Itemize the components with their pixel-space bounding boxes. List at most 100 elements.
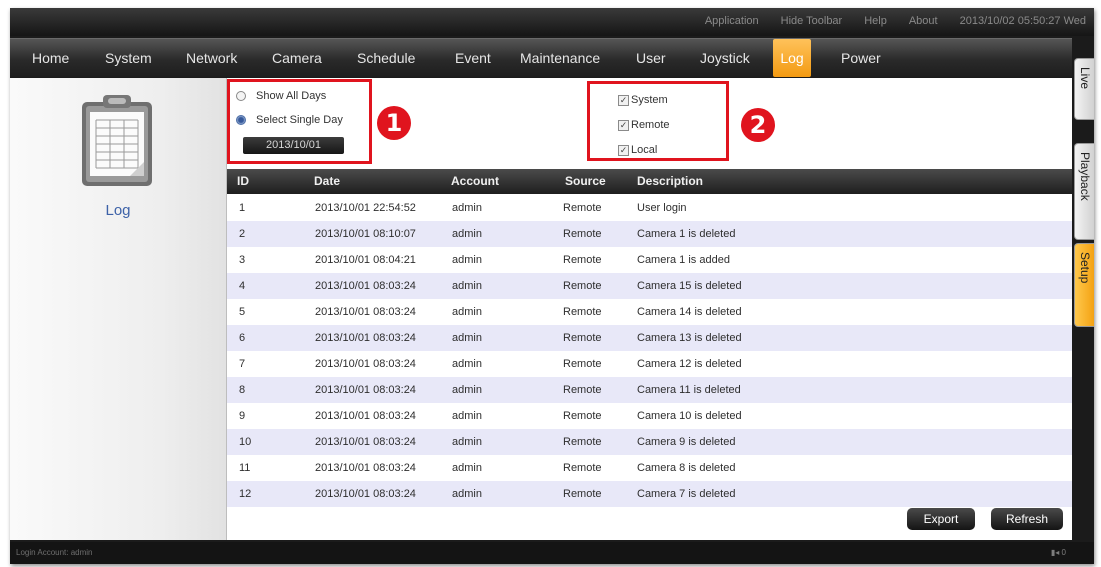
column-account[interactable]: Account xyxy=(451,169,499,194)
table-row[interactable]: 12 2013/10/01 08:03:24 admin Remote Came… xyxy=(227,481,1072,507)
nav-maintenance[interactable]: Maintenance xyxy=(520,39,600,77)
table-row[interactable]: 6 2013/10/01 08:03:24 admin Remote Camer… xyxy=(227,325,1072,351)
main-nav: Home System Network Camera Schedule Even… xyxy=(10,38,1072,77)
show-all-days-label: Show All Days xyxy=(256,90,327,102)
tab-setup[interactable]: Setup xyxy=(1074,243,1094,327)
row-id: 9 xyxy=(239,410,246,422)
nav-log[interactable]: Log xyxy=(773,39,811,77)
row-source: Remote xyxy=(563,280,602,292)
row-account: admin xyxy=(452,332,482,344)
row-date: 2013/10/01 08:03:24 xyxy=(315,488,416,500)
row-source: Remote xyxy=(563,488,602,500)
row-source: Remote xyxy=(563,202,602,214)
row-date: 2013/10/01 08:03:24 xyxy=(315,358,416,370)
nav-schedule[interactable]: Schedule xyxy=(357,39,415,77)
column-date[interactable]: Date xyxy=(314,169,340,194)
help-link[interactable]: Help xyxy=(864,15,887,27)
day-filter-box: Show All Days Select Single Day 2013/10/… xyxy=(227,79,372,164)
application-link[interactable]: Application xyxy=(705,15,759,27)
status-indicator: 0 xyxy=(1061,548,1066,557)
row-id: 2 xyxy=(239,228,246,240)
side-tabs: Live Playback Setup xyxy=(1072,38,1094,553)
row-account: admin xyxy=(452,280,482,292)
table-row[interactable]: 10 2013/10/01 08:03:24 admin Remote Came… xyxy=(227,429,1072,455)
login-account-status: Login Account: admin xyxy=(16,548,93,557)
system-label: System xyxy=(631,94,668,106)
tab-live-label: Live xyxy=(1078,67,1092,90)
export-button[interactable]: Export xyxy=(907,508,975,530)
remote-checkbox-option[interactable]: ✓ Remote xyxy=(618,119,670,131)
app-window: Application Hide Toolbar Help About 2013… xyxy=(10,8,1094,564)
column-id[interactable]: ID xyxy=(237,169,249,194)
row-description: Camera 12 is deleted xyxy=(637,358,742,370)
local-checkbox-option[interactable]: ✓ Local xyxy=(618,144,657,156)
show-all-days-radio[interactable] xyxy=(236,91,246,101)
row-date: 2013/10/01 08:03:24 xyxy=(315,384,416,396)
row-source: Remote xyxy=(563,410,602,422)
hide-toolbar-link[interactable]: Hide Toolbar xyxy=(781,15,843,27)
callout-badge-1: 1 xyxy=(377,106,411,140)
top-links: Application Hide Toolbar Help About 2013… xyxy=(705,15,1086,27)
tab-playback[interactable]: Playback xyxy=(1074,143,1094,240)
nav-event[interactable]: Event xyxy=(455,39,491,77)
nav-joystick[interactable]: Joystick xyxy=(700,39,750,77)
top-toolbar: Application Hide Toolbar Help About 2013… xyxy=(10,8,1094,36)
row-source: Remote xyxy=(563,384,602,396)
row-source: Remote xyxy=(563,436,602,448)
system-checkbox[interactable]: ✓ xyxy=(618,94,629,106)
date-picker-button[interactable]: 2013/10/01 xyxy=(243,137,344,154)
nav-power[interactable]: Power xyxy=(841,39,881,77)
remote-checkbox[interactable]: ✓ xyxy=(618,119,629,131)
table-row[interactable]: 2 2013/10/01 08:10:07 admin Remote Camer… xyxy=(227,221,1072,247)
row-source: Remote xyxy=(563,358,602,370)
row-account: admin xyxy=(452,410,482,422)
row-source: Remote xyxy=(563,228,602,240)
row-id: 6 xyxy=(239,332,246,344)
refresh-button[interactable]: Refresh xyxy=(991,508,1063,530)
column-source[interactable]: Source xyxy=(565,169,606,194)
row-date: 2013/10/01 08:03:24 xyxy=(315,306,416,318)
table-row[interactable]: 4 2013/10/01 08:03:24 admin Remote Camer… xyxy=(227,273,1072,299)
row-id: 3 xyxy=(239,254,246,266)
row-id: 4 xyxy=(239,280,246,292)
column-description[interactable]: Description xyxy=(637,169,703,194)
local-checkbox[interactable]: ✓ xyxy=(618,144,629,156)
row-account: admin xyxy=(452,384,482,396)
table-row[interactable]: 8 2013/10/01 08:03:24 admin Remote Camer… xyxy=(227,377,1072,403)
tab-live[interactable]: Live xyxy=(1074,58,1094,120)
table-row[interactable]: 11 2013/10/01 08:03:24 admin Remote Came… xyxy=(227,455,1072,481)
row-date: 2013/10/01 08:03:24 xyxy=(315,436,416,448)
source-filter-box: ✓ System ✓ Remote ✓ Local xyxy=(587,81,729,161)
row-account: admin xyxy=(452,306,482,318)
nav-system[interactable]: System xyxy=(105,39,152,77)
table-row[interactable]: 3 2013/10/01 08:04:21 admin Remote Camer… xyxy=(227,247,1072,273)
row-source: Remote xyxy=(563,332,602,344)
show-all-days-option[interactable]: Show All Days xyxy=(236,90,326,102)
table-row[interactable]: 7 2013/10/01 08:03:24 admin Remote Camer… xyxy=(227,351,1072,377)
table-row[interactable]: 5 2013/10/01 08:03:24 admin Remote Camer… xyxy=(227,299,1072,325)
system-checkbox-option[interactable]: ✓ System xyxy=(618,94,668,106)
row-id: 1 xyxy=(239,202,246,214)
network-status-icon: ▮◂ 0 xyxy=(1050,548,1066,557)
row-description: User login xyxy=(637,202,687,214)
select-single-day-radio[interactable] xyxy=(236,115,246,125)
table-row[interactable]: 1 2013/10/01 22:54:52 admin Remote User … xyxy=(227,195,1072,221)
select-single-day-option[interactable]: Select Single Day xyxy=(236,114,343,126)
nav-network[interactable]: Network xyxy=(186,39,237,77)
table-row[interactable]: 9 2013/10/01 08:03:24 admin Remote Camer… xyxy=(227,403,1072,429)
left-panel: Log xyxy=(10,78,227,540)
nav-home[interactable]: Home xyxy=(32,39,69,77)
row-source: Remote xyxy=(563,254,602,266)
row-date: 2013/10/01 08:03:24 xyxy=(315,462,416,474)
row-id: 7 xyxy=(239,358,246,370)
row-description: Camera 10 is deleted xyxy=(637,410,742,422)
row-description: Camera 15 is deleted xyxy=(637,280,742,292)
row-description: Camera 1 is added xyxy=(637,254,730,266)
callout-badge-2: 2 xyxy=(741,108,775,142)
row-date: 2013/10/01 08:03:24 xyxy=(315,410,416,422)
about-link[interactable]: About xyxy=(909,15,938,27)
nav-user[interactable]: User xyxy=(636,39,666,77)
page-title: Log xyxy=(105,202,131,219)
nav-camera[interactable]: Camera xyxy=(272,39,322,77)
log-content: Show All Days Select Single Day 2013/10/… xyxy=(227,78,1072,540)
